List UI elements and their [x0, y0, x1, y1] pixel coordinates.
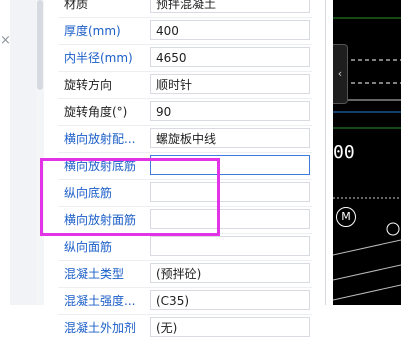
property-value-field[interactable]: 90 [150, 101, 310, 121]
property-value-field[interactable] [150, 155, 310, 175]
property-row-concrete-type: 混凝土类型 (预拌砼) [58, 260, 312, 287]
property-label: 横向放射面筋 [64, 213, 137, 227]
left-panel-edge [10, 0, 37, 305]
property-row-concrete-admixture: 混凝土外加剂 (无) [58, 314, 312, 341]
property-row-inner-radius: 内半径(mm) 4650 [58, 44, 312, 71]
property-value-field[interactable]: 螺旋板中线 [150, 128, 310, 148]
property-grid: 材质 预拌混凝土 厚度(mm) 400 内半径(mm) 4650 旋转方向 顺时… [58, 0, 312, 341]
panel-divider [325, 0, 326, 305]
property-row-radial-top-bar: 横向放射面筋 [58, 206, 312, 233]
scrollbar-thumb[interactable] [37, 0, 43, 90]
property-label: 纵向面筋 [64, 240, 113, 254]
cad-text-fragment: 00 [333, 142, 355, 163]
property-value-field[interactable]: (C35) [150, 290, 310, 310]
property-label: 纵向底筋 [64, 186, 113, 200]
property-row-rotation-angle: 旋转角度(°) 90 [58, 98, 312, 125]
property-label: 材质 [64, 0, 89, 11]
property-value-field[interactable] [150, 209, 310, 229]
property-value-field[interactable]: 顺时针 [150, 74, 310, 94]
panel-collapse-tab[interactable]: ‹ [333, 44, 348, 104]
property-value-field[interactable]: (无) [150, 317, 310, 337]
property-row-rotation-direction: 旋转方向 顺时针 [58, 71, 312, 98]
property-value-field[interactable]: 4650 [150, 47, 310, 67]
property-row-radial-config: 横向放射配... 螺旋板中线 [58, 125, 312, 152]
property-label: 混凝土类型 [64, 267, 125, 281]
property-row-longitudinal-bottom-bar: 纵向底筋 [58, 179, 312, 206]
property-row-radial-bottom-bar: 横向放射底筋 [58, 152, 312, 179]
property-row-concrete-strength: 混凝土强度... (C35) [58, 287, 312, 314]
property-row-thickness: 厚度(mm) 400 [58, 17, 312, 44]
property-row-material: 材质 预拌混凝土 [58, 0, 312, 17]
property-value-field[interactable] [150, 236, 310, 256]
property-row-longitudinal-top-bar: 纵向面筋 [58, 233, 312, 260]
property-value-field[interactable] [150, 182, 310, 202]
property-label: 厚度(mm) [64, 24, 121, 38]
property-label: 旋转方向 [64, 78, 113, 92]
cad-marker-m: M [336, 207, 356, 227]
property-label: 混凝土外加剂 [64, 321, 137, 335]
property-value-field[interactable]: 400 [150, 20, 310, 40]
property-label: 横向放射底筋 [64, 159, 137, 173]
close-icon[interactable]: × [0, 34, 11, 48]
property-value-field[interactable]: 预拌混凝土 [150, 0, 310, 13]
property-label: 旋转角度(°) [64, 105, 128, 119]
property-label: 横向放射配... [64, 132, 136, 146]
property-label: 内半径(mm) [64, 51, 133, 65]
property-label: 混凝土强度... [64, 294, 136, 308]
property-value-field[interactable]: (预拌砼) [150, 263, 310, 283]
